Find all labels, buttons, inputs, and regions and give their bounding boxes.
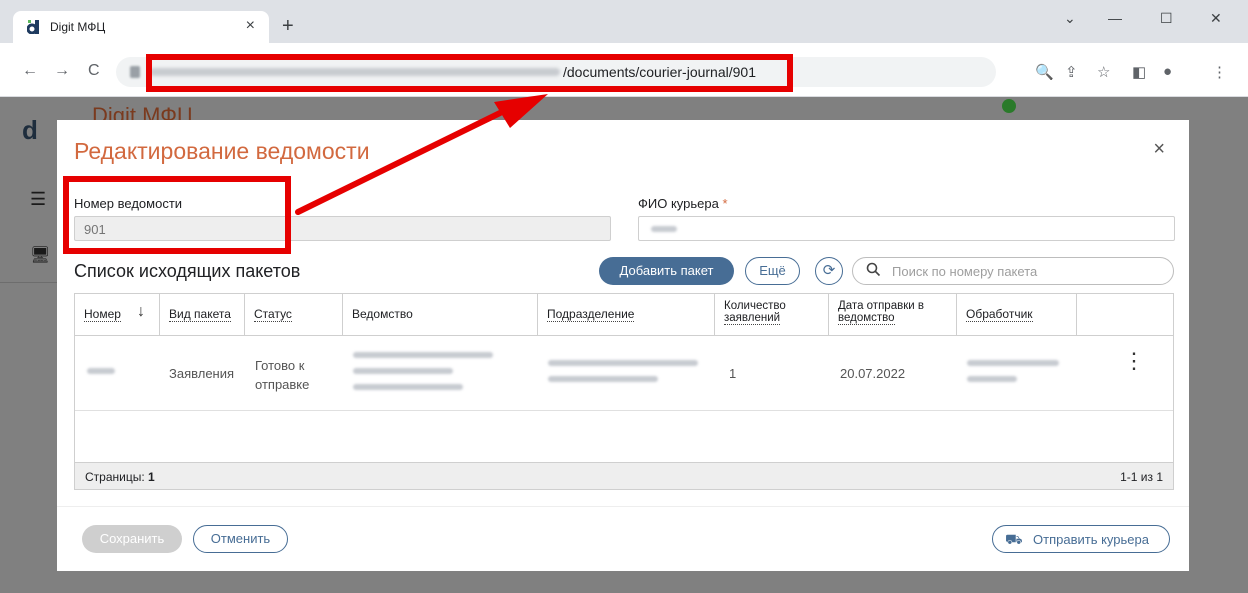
department-blurred [353,352,493,358]
search-icon [866,262,881,277]
packet-search-input[interactable]: Поиск по номеру пакета [852,257,1174,285]
search-placeholder: Поиск по номеру пакета [892,264,1038,279]
new-tab-button[interactable]: + [282,16,294,36]
col-send-date[interactable]: Дата отправки в ведомство [829,294,957,335]
col-count[interactable]: Количество заявлений [715,294,829,335]
handler-blurred [967,360,1059,366]
table-row[interactable]: Заявления Готово к отправке 1 20.07.2022 … [75,336,1173,411]
cancel-button[interactable]: Отменить [193,525,288,553]
packets-table: Номер ↓ Вид пакета Статус Ведомство Подр… [74,293,1174,490]
department-blurred [353,368,453,374]
add-packet-button[interactable]: Добавить пакет [599,257,734,285]
bookmark-icon[interactable]: ☆ [1097,63,1110,81]
packets-list-title: Список исходящих пакетов [74,261,301,281]
courier-name-field[interactable] [638,216,1175,241]
save-button[interactable]: Сохранить [82,525,182,553]
lock-icon [130,66,140,78]
row-actions-icon[interactable]: ⋮ [1123,350,1145,372]
app-logo: d [22,115,38,145]
col-subdivision[interactable]: Подразделение [538,294,715,335]
digit-favicon-icon [27,20,39,34]
notification-badge [1002,99,1016,113]
minimize-button[interactable]: — [1108,10,1122,26]
sidebar-divider [0,282,60,283]
range-info: 1-1 из 1 [1120,470,1163,484]
col-handler[interactable]: Обработчик [957,294,1077,335]
packet-number-blurred [87,368,115,374]
hamburger-menu-icon[interactable]: ☰ [30,189,46,210]
tab-title: Digit МФЦ [50,20,106,34]
required-mark: * [722,196,728,211]
profile-icon[interactable]: ● [1163,63,1172,80]
tab-search-icon[interactable]: ⌄ [1064,10,1076,27]
handler-blurred [967,376,1017,382]
subdivision-blurred [548,376,658,382]
footer-divider [57,506,1189,507]
count-cell: 1 [729,366,737,381]
side-panel-icon[interactable]: ◧ [1132,63,1146,81]
col-number[interactable]: Номер ↓ [75,294,160,335]
close-window-button[interactable]: ✕ [1210,10,1222,27]
truck-icon: ⛟ [1005,531,1023,547]
back-arrow-icon[interactable]: ← [22,62,38,80]
send-courier-label: Отправить курьера [1033,532,1149,547]
browser-tab[interactable]: Digit МФЦ × [13,11,269,43]
department-blurred [353,384,463,390]
share-icon[interactable]: ⇪ [1065,63,1078,81]
col-package-type[interactable]: Вид пакета [160,294,245,335]
url-highlight-box [146,54,793,92]
tab-close-icon[interactable]: × [246,17,255,35]
col-department: Ведомство [343,294,538,335]
number-highlight-box [63,176,291,254]
status-cell: Готово к отправке [255,358,310,392]
table-footer: Страницы: 1 1-1 из 1 [75,462,1173,489]
send-date-cell: 20.07.2022 [840,366,906,381]
send-courier-button[interactable]: ⛟ Отправить курьера [992,525,1170,553]
col-status[interactable]: Статус [245,294,343,335]
package-type-cell: Заявления [169,366,235,381]
reload-icon[interactable]: C [88,62,100,80]
subdivision-blurred [548,360,698,366]
maximize-button[interactable]: ☐ [1160,10,1173,27]
browser-menu-icon[interactable]: ⋮ [1212,63,1227,81]
browser-tabstrip: Digit МФЦ × + ⌄ — ☐ ✕ [0,0,1248,43]
modal-title: Редактирование ведомости [74,138,370,164]
more-button[interactable]: Ещё [745,257,800,285]
forward-arrow-icon[interactable]: → [54,62,70,80]
courier-label: ФИО курьера * [638,196,728,211]
zoom-icon[interactable]: 🔍 [1035,63,1054,81]
monitor-icon[interactable]: 🖥 [30,245,50,265]
courier-name-blurred [651,226,677,232]
sort-down-icon[interactable]: ↓ [137,303,145,321]
table-header: Номер ↓ Вид пакета Статус Ведомство Подр… [75,294,1173,336]
modal-close-icon[interactable]: × [1153,138,1165,161]
pages-info: Страницы: 1 [85,470,155,484]
refresh-icon[interactable]: ⟳ [815,257,843,285]
